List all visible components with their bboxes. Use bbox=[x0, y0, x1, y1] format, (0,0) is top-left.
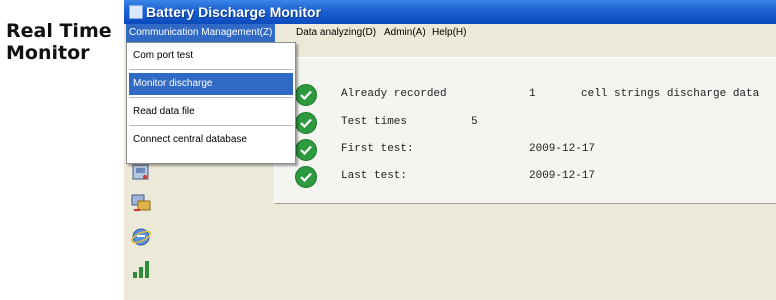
status-label: First test: bbox=[341, 143, 414, 155]
check-icon bbox=[295, 112, 317, 134]
communication-dropdown-menu: Com port test Monitor discharge Read dat… bbox=[126, 42, 296, 164]
status-row: Already recorded 1 cell strings discharg… bbox=[275, 82, 776, 106]
status-note: cell strings discharge data bbox=[581, 88, 760, 100]
check-icon bbox=[295, 84, 317, 106]
menu-item-read-data-file[interactable]: Read data file bbox=[129, 101, 293, 123]
menu-separator bbox=[129, 69, 293, 70]
status-row: Test times 5 bbox=[275, 110, 776, 134]
status-value: 2009-12-17 bbox=[529, 170, 596, 182]
menu-admin[interactable]: Admin(A) bbox=[381, 24, 429, 42]
check-icon bbox=[295, 166, 317, 188]
status-value: 1 bbox=[529, 88, 536, 100]
app-icon bbox=[129, 5, 143, 19]
window-title: Battery Discharge Monitor bbox=[146, 4, 322, 20]
menu-bar: Communication Management(Z) Data analyzi… bbox=[124, 24, 776, 42]
status-value: 2009-12-17 bbox=[529, 143, 596, 155]
network-icon[interactable] bbox=[130, 192, 152, 214]
menu-separator bbox=[129, 97, 293, 98]
status-label: Test times bbox=[341, 116, 408, 128]
menu-item-connect-central-database[interactable]: Connect central database bbox=[129, 129, 293, 151]
menu-data-analyzing[interactable]: Data analyzing(D) bbox=[293, 24, 379, 42]
drive-icon[interactable] bbox=[130, 162, 152, 184]
menu-item-com-port-test[interactable]: Com port test bbox=[129, 45, 293, 67]
menu-item-monitor-discharge[interactable]: Monitor discharge bbox=[129, 73, 293, 95]
check-icon bbox=[295, 139, 317, 161]
status-label: Already recorded bbox=[341, 88, 447, 100]
status-panel: Already recorded 1 cell strings discharg… bbox=[274, 57, 776, 204]
status-value: 5 bbox=[471, 116, 478, 128]
title-bar: Battery Discharge Monitor bbox=[124, 0, 776, 24]
side-caption: Real Time Monitor bbox=[6, 20, 118, 64]
status-row: Last test: 2009-12-17 bbox=[275, 164, 776, 188]
menu-separator bbox=[129, 125, 293, 126]
status-label: Last test: bbox=[341, 170, 408, 182]
caption-line-2: Monitor bbox=[6, 42, 90, 64]
app-window: Battery Discharge Monitor Communication … bbox=[124, 0, 776, 300]
status-row: First test: 2009-12-17 bbox=[275, 137, 776, 161]
menu-communication-management[interactable]: Communication Management(Z) bbox=[126, 24, 276, 42]
menu-help[interactable]: Help(H) bbox=[429, 24, 469, 42]
ie-icon[interactable] bbox=[130, 226, 152, 248]
caption-line-1: Real Time bbox=[6, 20, 112, 42]
signal-icon[interactable] bbox=[130, 258, 152, 280]
